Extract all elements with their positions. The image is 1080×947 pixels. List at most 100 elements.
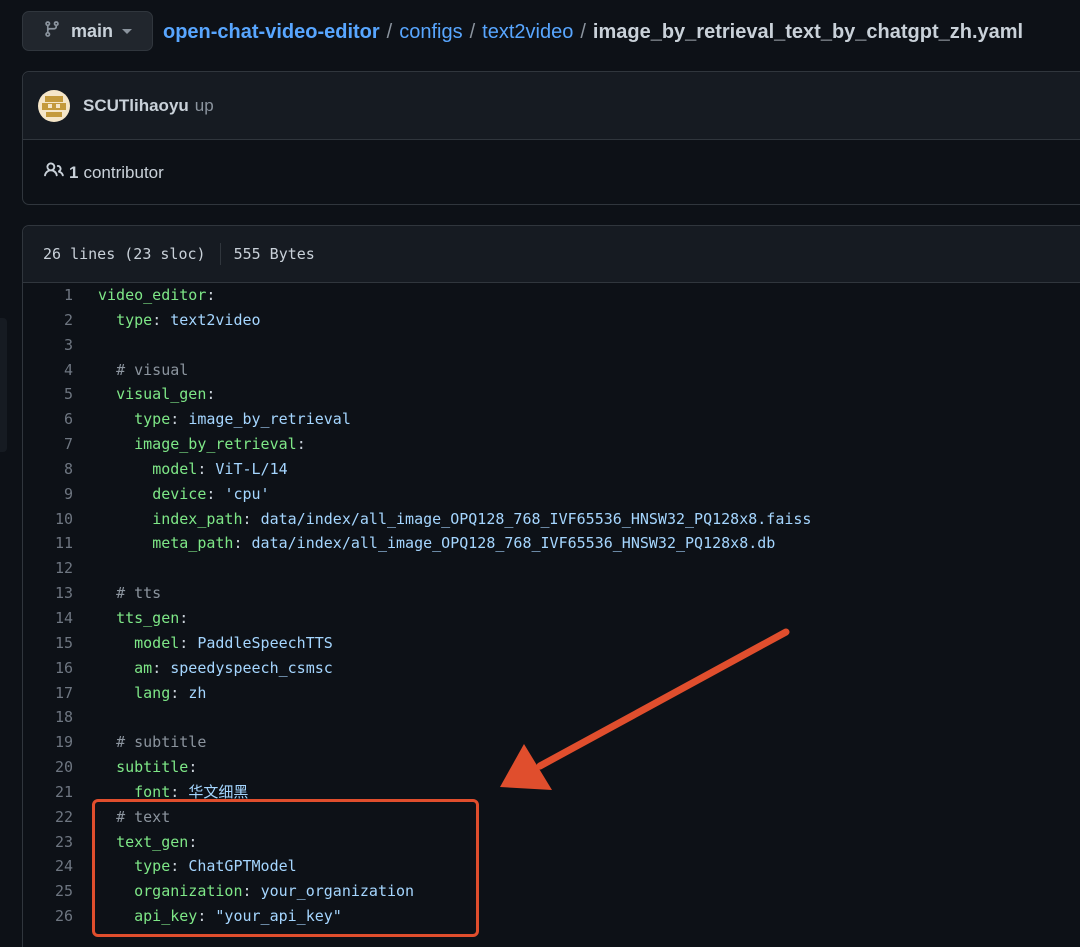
code-line: 5 visual_gen: xyxy=(23,382,1080,407)
line-number[interactable]: 22 xyxy=(23,805,73,830)
line-number[interactable]: 9 xyxy=(23,482,73,507)
code-line: 22 # text xyxy=(23,805,1080,830)
line-number[interactable]: 18 xyxy=(23,705,73,730)
line-number[interactable]: 8 xyxy=(23,457,73,482)
yaml-key: api_key xyxy=(134,907,198,926)
yaml-key: visual_gen xyxy=(116,385,207,404)
line-content: # tts xyxy=(98,581,161,606)
line-number[interactable]: 17 xyxy=(23,681,73,706)
yaml-separator: : xyxy=(179,608,189,627)
breadcrumb-configs-link[interactable]: configs xyxy=(399,21,462,44)
avatar[interactable] xyxy=(38,89,70,122)
line-number[interactable]: 1 xyxy=(23,283,73,308)
code-line: 4 # visual xyxy=(23,358,1080,383)
line-number[interactable]: 23 xyxy=(23,830,73,855)
yaml-comment: # visual xyxy=(116,360,189,379)
line-number[interactable]: 6 xyxy=(23,407,73,432)
yaml-value: 'cpu' xyxy=(224,484,270,503)
line-number[interactable]: 12 xyxy=(23,556,73,581)
code-line: 21 font: 华文细黑 xyxy=(23,780,1080,805)
line-number[interactable]: 13 xyxy=(23,581,73,606)
code-line: 25 organization: your_organization xyxy=(23,879,1080,904)
line-number[interactable]: 14 xyxy=(23,606,73,631)
commit-message-link[interactable]: up xyxy=(195,96,214,116)
line-number[interactable]: 19 xyxy=(23,730,73,755)
yaml-comment: # text xyxy=(116,807,171,826)
breadcrumb-separator: / xyxy=(580,20,586,43)
line-number[interactable]: 5 xyxy=(23,382,73,407)
line-number[interactable]: 21 xyxy=(23,780,73,805)
commit-author-link[interactable]: SCUTlihaoyu xyxy=(83,96,189,116)
line-number[interactable]: 10 xyxy=(23,507,73,532)
yaml-separator: : xyxy=(152,310,171,329)
code-line: 26 api_key: "your_api_key" xyxy=(23,904,1080,929)
yaml-key: type xyxy=(134,410,171,429)
line-content: subtitle: xyxy=(98,755,197,780)
line-content: # visual xyxy=(98,358,188,383)
git-branch-icon xyxy=(43,20,61,43)
line-content: visual_gen: xyxy=(98,382,215,407)
code-line: 16 am: speedyspeech_csmsc xyxy=(23,656,1080,681)
line-number[interactable]: 16 xyxy=(23,656,73,681)
line-content: tts_gen: xyxy=(98,606,188,631)
line-number[interactable]: 20 xyxy=(23,755,73,780)
code-line: 9 device: 'cpu' xyxy=(23,482,1080,507)
breadcrumb-separator: / xyxy=(386,20,393,43)
breadcrumb-repo-link[interactable]: open-chat-video-editor xyxy=(163,21,380,44)
yaml-separator: : xyxy=(233,534,252,553)
yaml-key: organization xyxy=(134,882,243,901)
file-info-header: 26 lines (23 sloc) 555 Bytes xyxy=(23,226,1080,283)
yaml-value: zh xyxy=(188,683,207,702)
line-number[interactable]: 7 xyxy=(23,432,73,457)
line-number[interactable]: 4 xyxy=(23,358,73,383)
yaml-key: subtitle xyxy=(116,758,189,777)
code-line: 13 # tts xyxy=(23,581,1080,606)
code-listing: 1 video_editor: 2 type: text2video 3 4 # vis… xyxy=(23,283,1080,929)
yaml-value: speedyspeech_csmsc xyxy=(170,658,333,677)
yaml-value: "your_api_key" xyxy=(215,907,342,926)
branch-selector-button[interactable]: main xyxy=(22,11,153,51)
line-number[interactable]: 26 xyxy=(23,904,73,929)
yaml-key: text_gen xyxy=(116,832,189,851)
code-line: 2 type: text2video xyxy=(23,308,1080,333)
yaml-key: index_path xyxy=(152,509,243,528)
people-icon xyxy=(23,160,64,185)
yaml-value: data/index/all_image_OPQ128_768_IVF65536… xyxy=(260,509,812,528)
yaml-key: model xyxy=(152,459,198,478)
line-number[interactable]: 11 xyxy=(23,531,73,556)
breadcrumb-text2video-link[interactable]: text2video xyxy=(482,21,573,44)
file-line-count: 26 lines (23 sloc) xyxy=(43,245,206,263)
line-content: # subtitle xyxy=(98,730,206,755)
yaml-separator: : xyxy=(197,907,216,926)
yaml-key: tts_gen xyxy=(116,608,180,627)
line-number[interactable]: 25 xyxy=(23,879,73,904)
code-line: 1 video_editor: xyxy=(23,283,1080,308)
yaml-key: meta_path xyxy=(152,534,234,553)
yaml-value: PaddleSpeechTTS xyxy=(197,633,333,652)
yaml-key: type xyxy=(134,857,171,876)
breadcrumb-filename: image_by_retrieval_text_by_chatgpt_zh.ya… xyxy=(592,20,1024,43)
line-number[interactable]: 3 xyxy=(23,333,73,358)
line-content: api_key: "your_api_key" xyxy=(98,904,342,929)
yaml-separator: : xyxy=(206,385,216,404)
line-content: meta_path: data/index/all_image_OPQ128_7… xyxy=(98,531,775,556)
yaml-separator: : xyxy=(170,782,189,801)
yaml-value: 华文细黑 xyxy=(188,782,249,801)
yaml-separator: : xyxy=(152,658,171,677)
side-panel-handle[interactable] xyxy=(0,318,7,452)
contributor-count[interactable]: 1 xyxy=(69,163,78,183)
line-number[interactable]: 24 xyxy=(23,854,73,879)
line-content: video_editor: xyxy=(98,283,215,308)
yaml-value: your_organization xyxy=(260,882,415,901)
line-number[interactable]: 2 xyxy=(23,308,73,333)
contributor-label[interactable]: contributor xyxy=(83,163,163,183)
line-content: model: ViT-L/14 xyxy=(98,457,287,482)
line-number[interactable]: 15 xyxy=(23,631,73,656)
line-content: organization: your_organization xyxy=(98,879,414,904)
code-line: 7 image_by_retrieval: xyxy=(23,432,1080,457)
